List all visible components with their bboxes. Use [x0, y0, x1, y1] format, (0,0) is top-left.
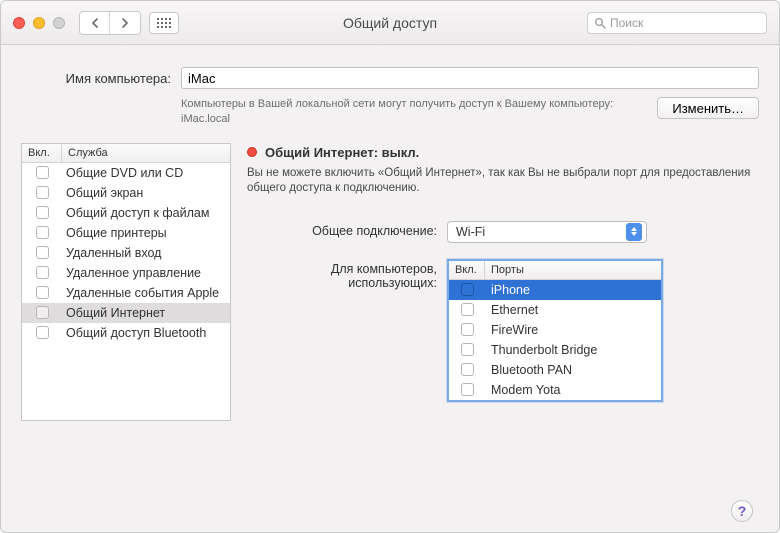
ports-header-name[interactable]: Порты — [485, 261, 661, 279]
service-row[interactable]: Общий Интернет — [22, 303, 230, 323]
service-row[interactable]: Общий доступ Bluetooth — [22, 323, 230, 343]
to-computers-label: Для компьютеров, использующих: — [247, 259, 437, 290]
ports-table-body: iPhone Ethernet FireWire Thunderbolt Bridge… — [449, 280, 661, 400]
content-area: Имя компьютера: Компьютеры в Вашей локал… — [1, 45, 779, 532]
header-service[interactable]: Служба — [62, 144, 230, 162]
share-connection-value: Wi-Fi — [456, 225, 485, 239]
computer-name-label: Имя компьютера: — [21, 71, 171, 86]
form-area: Общее подключение: Wi-Fi Для компьютеров… — [247, 221, 759, 402]
help-button[interactable]: ? — [731, 500, 753, 522]
window-controls — [13, 17, 65, 29]
share-connection-select[interactable]: Wi-Fi — [447, 221, 647, 243]
computer-name-description: Компьютеры в Вашей локальной сети могут … — [181, 97, 647, 127]
service-row[interactable]: Удаленное управление — [22, 263, 230, 283]
service-name: Удаленные события Apple — [62, 286, 230, 300]
computer-name-desc-row: Компьютеры в Вашей локальной сети могут … — [21, 97, 759, 127]
ports-table: Вкл. Порты iPhone Ethernet FireWire Thunder… — [447, 259, 663, 402]
service-list-panel: Вкл. Служба Общие DVD или CDОбщий экранО… — [21, 143, 231, 494]
computer-name-row: Имя компьютера: — [21, 67, 759, 89]
service-name: Общие DVD или CD — [62, 166, 230, 180]
status-title: Общий Интернет: выкл. — [265, 145, 419, 160]
service-checkbox[interactable] — [36, 186, 49, 199]
status-indicator-icon — [247, 147, 257, 157]
service-checkbox[interactable] — [36, 286, 49, 299]
port-checkbox[interactable] — [461, 383, 474, 396]
forward-button[interactable] — [110, 12, 140, 34]
ports-header-enabled[interactable]: Вкл. — [449, 261, 485, 279]
service-table: Вкл. Служба Общие DVD или CDОбщий экранО… — [21, 143, 231, 421]
service-name: Общий доступ к файлам — [62, 206, 230, 220]
select-arrows-icon — [626, 223, 642, 241]
port-name: FireWire — [485, 323, 661, 337]
service-checkbox[interactable] — [36, 266, 49, 279]
maximize-icon — [53, 17, 65, 29]
port-row[interactable]: Modem Yota — [449, 380, 661, 400]
footer: ? — [21, 494, 759, 522]
header-enabled[interactable]: Вкл. — [22, 144, 62, 162]
sharing-preferences-window: Общий доступ Поиск Имя компьютера: Компь… — [0, 0, 780, 533]
port-row[interactable]: Bluetooth PAN — [449, 360, 661, 380]
service-row[interactable]: Удаленные события Apple — [22, 283, 230, 303]
port-checkbox[interactable] — [461, 283, 474, 296]
port-checkbox[interactable] — [461, 323, 474, 336]
to-computers-row: Для компьютеров, использующих: Вкл. Порт… — [247, 259, 759, 402]
split-view: Вкл. Служба Общие DVD или CDОбщий экранО… — [21, 143, 759, 494]
status-row: Общий Интернет: выкл. — [247, 145, 759, 160]
port-name: Modem Yota — [485, 383, 661, 397]
show-all-button[interactable] — [149, 12, 179, 34]
grid-icon — [157, 18, 171, 28]
port-name: iPhone — [485, 283, 661, 297]
search-input[interactable]: Поиск — [587, 12, 767, 34]
service-row[interactable]: Общий доступ к файлам — [22, 203, 230, 223]
service-checkbox[interactable] — [36, 246, 49, 259]
service-name: Общий экран — [62, 186, 230, 200]
port-row[interactable]: Ethernet — [449, 300, 661, 320]
service-row[interactable]: Общие принтеры — [22, 223, 230, 243]
nav-segment — [79, 11, 141, 35]
port-row[interactable]: Thunderbolt Bridge — [449, 340, 661, 360]
service-checkbox[interactable] — [36, 226, 49, 239]
share-connection-label: Общее подключение: — [247, 221, 437, 238]
share-connection-row: Общее подключение: Wi-Fi — [247, 221, 759, 243]
port-checkbox[interactable] — [461, 343, 474, 356]
service-checkbox[interactable] — [36, 326, 49, 339]
port-row[interactable]: iPhone — [449, 280, 661, 300]
service-row[interactable]: Общие DVD или CD — [22, 163, 230, 183]
titlebar: Общий доступ Поиск — [1, 1, 779, 45]
service-name: Общий доступ Bluetooth — [62, 326, 230, 340]
ports-table-header: Вкл. Порты — [449, 261, 661, 280]
back-button[interactable] — [80, 12, 110, 34]
detail-panel: Общий Интернет: выкл. Вы не можете включ… — [247, 143, 759, 494]
port-name: Ethernet — [485, 303, 661, 317]
service-name: Общий Интернет — [62, 306, 230, 320]
status-description: Вы не можете включить «Общий Интернет», … — [247, 166, 759, 197]
port-name: Bluetooth PAN — [485, 363, 661, 377]
close-icon[interactable] — [13, 17, 25, 29]
port-name: Thunderbolt Bridge — [485, 343, 661, 357]
search-icon — [594, 17, 606, 29]
service-checkbox[interactable] — [36, 306, 49, 319]
service-checkbox[interactable] — [36, 166, 49, 179]
chevron-right-icon — [121, 18, 129, 28]
port-row[interactable]: FireWire — [449, 320, 661, 340]
chevron-left-icon — [91, 18, 99, 28]
service-name: Общие принтеры — [62, 226, 230, 240]
service-checkbox[interactable] — [36, 206, 49, 219]
service-table-body: Общие DVD или CD Общий экран Общий доступ … — [22, 163, 230, 420]
search-placeholder: Поиск — [610, 16, 643, 30]
computer-name-input[interactable] — [181, 67, 759, 89]
service-name: Удаленное управление — [62, 266, 230, 280]
port-checkbox[interactable] — [461, 303, 474, 316]
service-table-header: Вкл. Служба — [22, 144, 230, 163]
service-row[interactable]: Удаленный вход — [22, 243, 230, 263]
service-name: Удаленный вход — [62, 246, 230, 260]
edit-button[interactable]: Изменить… — [657, 97, 759, 119]
minimize-icon[interactable] — [33, 17, 45, 29]
service-row[interactable]: Общий экран — [22, 183, 230, 203]
port-checkbox[interactable] — [461, 363, 474, 376]
